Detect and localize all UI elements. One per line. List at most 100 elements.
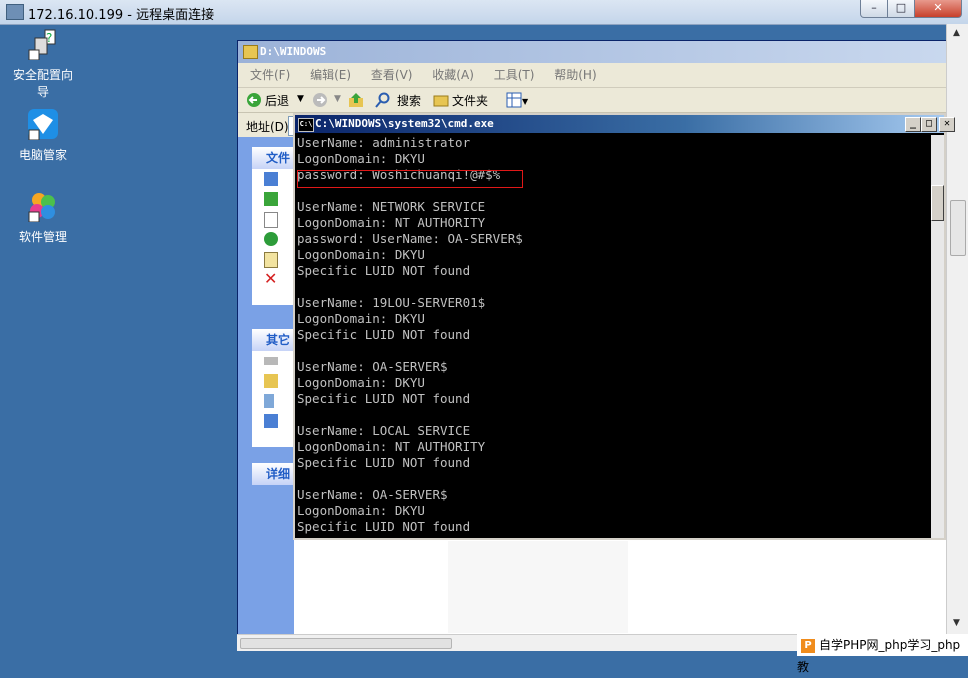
cmd-line: [297, 407, 927, 423]
task-item[interactable]: [252, 249, 294, 269]
forward-arrow-icon[interactable]: [312, 92, 328, 108]
desktop-icon-label: 电脑管家: [18, 148, 67, 162]
task-item[interactable]: ✕: [252, 269, 294, 289]
desktop-icon-pc-manager[interactable]: 电脑管家: [8, 108, 78, 163]
cmd-line: Specific LUID NOT found: [297, 263, 471, 278]
task-panel-title[interactable]: 文件: [252, 147, 294, 169]
explorer-task-pane: 文件 ✕ 其它 详细: [238, 137, 294, 635]
desktop-icon-software-manager[interactable]: 软件管理: [8, 190, 78, 245]
menu-edit[interactable]: 编辑(E): [310, 68, 351, 82]
php-logo-icon: P: [801, 638, 815, 653]
cmd-line: LogonDomain: NT AUTHORITY: [297, 439, 486, 454]
vertical-scrollbar[interactable]: ▲ ▼: [946, 24, 968, 634]
desktop-icon-label: 软件管理: [18, 230, 67, 244]
desktop-icon-security-wizard[interactable]: ? 安全配置向导: [8, 28, 78, 100]
password-highlight-box: [297, 170, 523, 188]
drive-icon: [264, 357, 278, 365]
scroll-thumb[interactable]: [950, 200, 966, 256]
task-item[interactable]: [252, 351, 294, 371]
cmd-line: UserName: NETWORK SERVICE: [297, 199, 486, 214]
cmd-line: LogonDomain: DKYU: [297, 311, 425, 326]
task-panel-title[interactable]: 详细: [252, 463, 294, 485]
task-item[interactable]: [252, 411, 294, 431]
cmd-output[interactable]: UserName: administrator LogonDomain: DKYU…: [297, 135, 927, 538]
task-panel-details: 详细: [252, 463, 294, 485]
move-icon: [264, 192, 278, 206]
desktop-icon-label: 安全配置向导: [12, 68, 73, 99]
shared-docs-icon: [264, 394, 274, 408]
cmd-line: Specific LUID NOT found: [297, 455, 471, 470]
scroll-down-arrow-icon[interactable]: ▼: [953, 618, 960, 628]
menu-tools[interactable]: 工具(T): [494, 68, 535, 82]
cmd-scrollbar[interactable]: [931, 135, 944, 538]
software-manager-icon: [28, 193, 55, 223]
cmd-line: Specific LUID NOT found: [297, 327, 471, 342]
search-button[interactable]: 搜索: [397, 92, 421, 109]
views-icon[interactable]: ▼: [506, 92, 530, 108]
address-label: 地址(D): [246, 120, 289, 134]
cmd-line: LogonDomain: DKYU: [297, 151, 425, 166]
forward-dropdown-icon[interactable]: ▼: [334, 94, 341, 104]
task-item[interactable]: [252, 391, 294, 411]
task-item[interactable]: [252, 371, 294, 391]
cmd-line: LogonDomain: NT AUTHORITY: [297, 215, 486, 230]
cmd-maximize-button[interactable]: □: [921, 117, 937, 132]
svg-text:▼: ▼: [522, 97, 529, 106]
folders-icon[interactable]: [433, 93, 449, 107]
cmd-close-button[interactable]: ✕: [939, 117, 955, 132]
back-dropdown-icon[interactable]: ▼: [297, 94, 304, 104]
scroll-thumb[interactable]: [240, 638, 452, 649]
delete-icon: ✕: [264, 269, 278, 288]
task-item[interactable]: [252, 189, 294, 209]
computer-icon: [264, 172, 278, 186]
task-item[interactable]: [252, 209, 294, 229]
explorer-menu-bar: 文件(F) 编辑(E) 查看(V) 收藏(A) 工具(T) 帮助(H): [238, 63, 947, 88]
cmd-line: [297, 343, 927, 359]
copy-icon: [264, 212, 278, 228]
task-panel-other: 其它: [252, 329, 294, 447]
pc-manager-icon: [28, 109, 58, 141]
folder-icon: [243, 45, 258, 59]
folders-button[interactable]: 文件夹: [452, 92, 488, 109]
cmd-line: LogonDomain: DKYU: [297, 503, 425, 518]
cmd-title: C:\WINDOWS\system32\cmd.exe: [315, 117, 494, 130]
menu-favorites[interactable]: 收藏(A): [432, 68, 474, 82]
security-wizard-icon: ?: [28, 29, 56, 61]
explorer-toolbar: 后退 ▼ ▼ 搜索 文件夹 ▼: [238, 88, 947, 113]
cmd-icon: C:\: [298, 118, 314, 132]
back-button[interactable]: 后退: [265, 92, 289, 109]
task-panel-title[interactable]: 其它: [252, 329, 294, 351]
up-folder-icon[interactable]: [348, 91, 364, 109]
cmd-line: [297, 279, 927, 295]
rdp-maximize-button[interactable]: □: [887, 0, 915, 18]
cmd-line: UserName: 19LOU-SERVER01$: [297, 295, 486, 310]
network-icon: [264, 414, 278, 428]
cmd-title-bar[interactable]: C:\ C:\WINDOWS\system32\cmd.exe _ □ ✕: [295, 115, 955, 133]
task-item[interactable]: [252, 169, 294, 189]
cmd-line: UserName: OA-SERVER$: [297, 487, 448, 502]
cmd-minimize-button[interactable]: _: [905, 117, 921, 132]
menu-view[interactable]: 查看(V): [371, 68, 413, 82]
watermark: P 自学PHP网_php学习_php教: [797, 634, 968, 674]
scroll-up-arrow-icon[interactable]: ▲: [953, 28, 960, 38]
email-icon: [264, 252, 278, 268]
cmd-line: LogonDomain: DKYU: [297, 247, 425, 262]
cmd-line: LogonDomain: DKYU: [297, 375, 425, 390]
rdp-title-bar[interactable]: 172.16.10.199 - 远程桌面连接 – □ ✕: [0, 0, 968, 25]
explorer-title-bar[interactable]: D:\WINDOWS: [238, 41, 947, 63]
cmd-line: UserName: LOCAL SERVICE: [297, 423, 471, 438]
back-arrow-icon[interactable]: [246, 92, 262, 108]
task-panel-file: 文件 ✕: [252, 147, 294, 305]
remote-desktop-icon: [6, 4, 24, 20]
rdp-window-title: 172.16.10.199 - 远程桌面连接: [28, 8, 215, 23]
menu-file[interactable]: 文件(F): [250, 68, 290, 82]
menu-help[interactable]: 帮助(H): [554, 68, 596, 82]
search-icon[interactable]: [375, 92, 391, 108]
cmd-line: UserName: OA-SERVER$: [297, 359, 448, 374]
rdp-minimize-button[interactable]: –: [860, 0, 888, 18]
rdp-close-button[interactable]: ✕: [914, 0, 962, 18]
watermark-text: 自学PHP网_php学习_php教: [797, 638, 961, 674]
task-item[interactable]: [252, 229, 294, 249]
scroll-thumb[interactable]: [931, 185, 944, 221]
cmd-line: [297, 471, 927, 487]
